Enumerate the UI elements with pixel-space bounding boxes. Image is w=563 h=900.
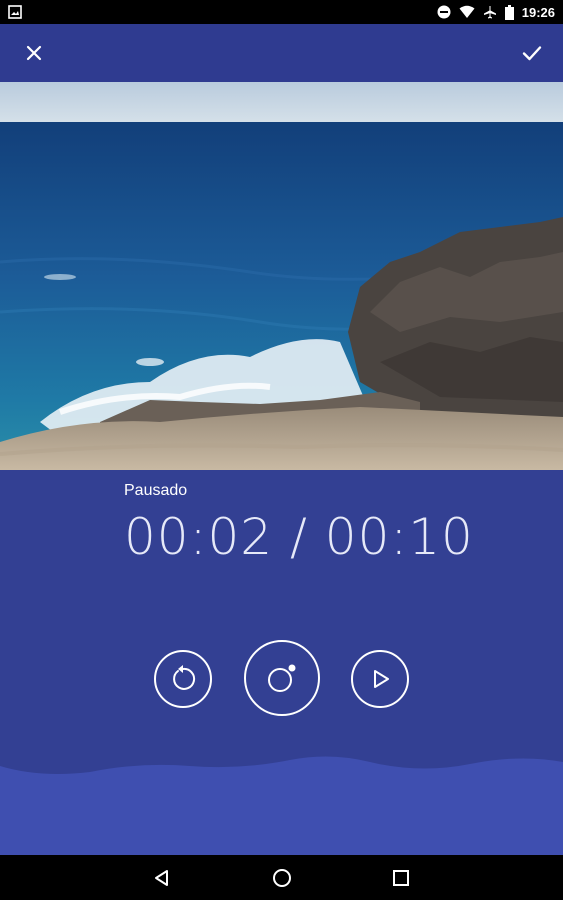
status-icons: 19:26: [437, 0, 555, 24]
home-button[interactable]: [252, 855, 312, 900]
image-notification-icon: [8, 5, 22, 19]
navigation-bar: [0, 855, 563, 900]
recents-icon: [393, 869, 409, 886]
photo-preview: [0, 82, 563, 470]
app-bar: [0, 24, 563, 82]
back-button[interactable]: [132, 855, 192, 900]
play-icon: [374, 670, 389, 688]
close-icon: [26, 45, 42, 61]
record-button[interactable]: [244, 640, 320, 716]
check-icon: [522, 46, 542, 61]
home-icon: [273, 868, 291, 887]
timer-readout: 00:02 / 00:10: [124, 508, 474, 566]
playback-state-label: Pausado: [124, 482, 188, 499]
recents-button[interactable]: [371, 855, 431, 900]
recorder-panel: Pausado 00:02 / 00:10: [0, 470, 563, 855]
coastline-image: [0, 82, 563, 470]
airplane-mode-icon: [483, 6, 496, 19]
status-bar: 19:26: [0, 0, 563, 24]
play-button[interactable]: [351, 650, 409, 708]
confirm-button[interactable]: [503, 24, 561, 82]
wifi-icon: [459, 5, 475, 18]
record-icon: [268, 664, 296, 692]
battery-icon: [504, 4, 514, 20]
clock: 19:26: [521, 4, 555, 20]
time-separator: /: [290, 508, 308, 566]
restart-button[interactable]: [154, 650, 212, 708]
waveform: [0, 756, 563, 855]
elapsed-time: 00:02: [124, 508, 274, 566]
restart-icon: [173, 665, 196, 690]
close-button[interactable]: [5, 24, 63, 82]
do-not-disturb-icon: [437, 5, 451, 19]
back-icon: [155, 869, 168, 886]
total-time: 00:10: [324, 508, 474, 566]
